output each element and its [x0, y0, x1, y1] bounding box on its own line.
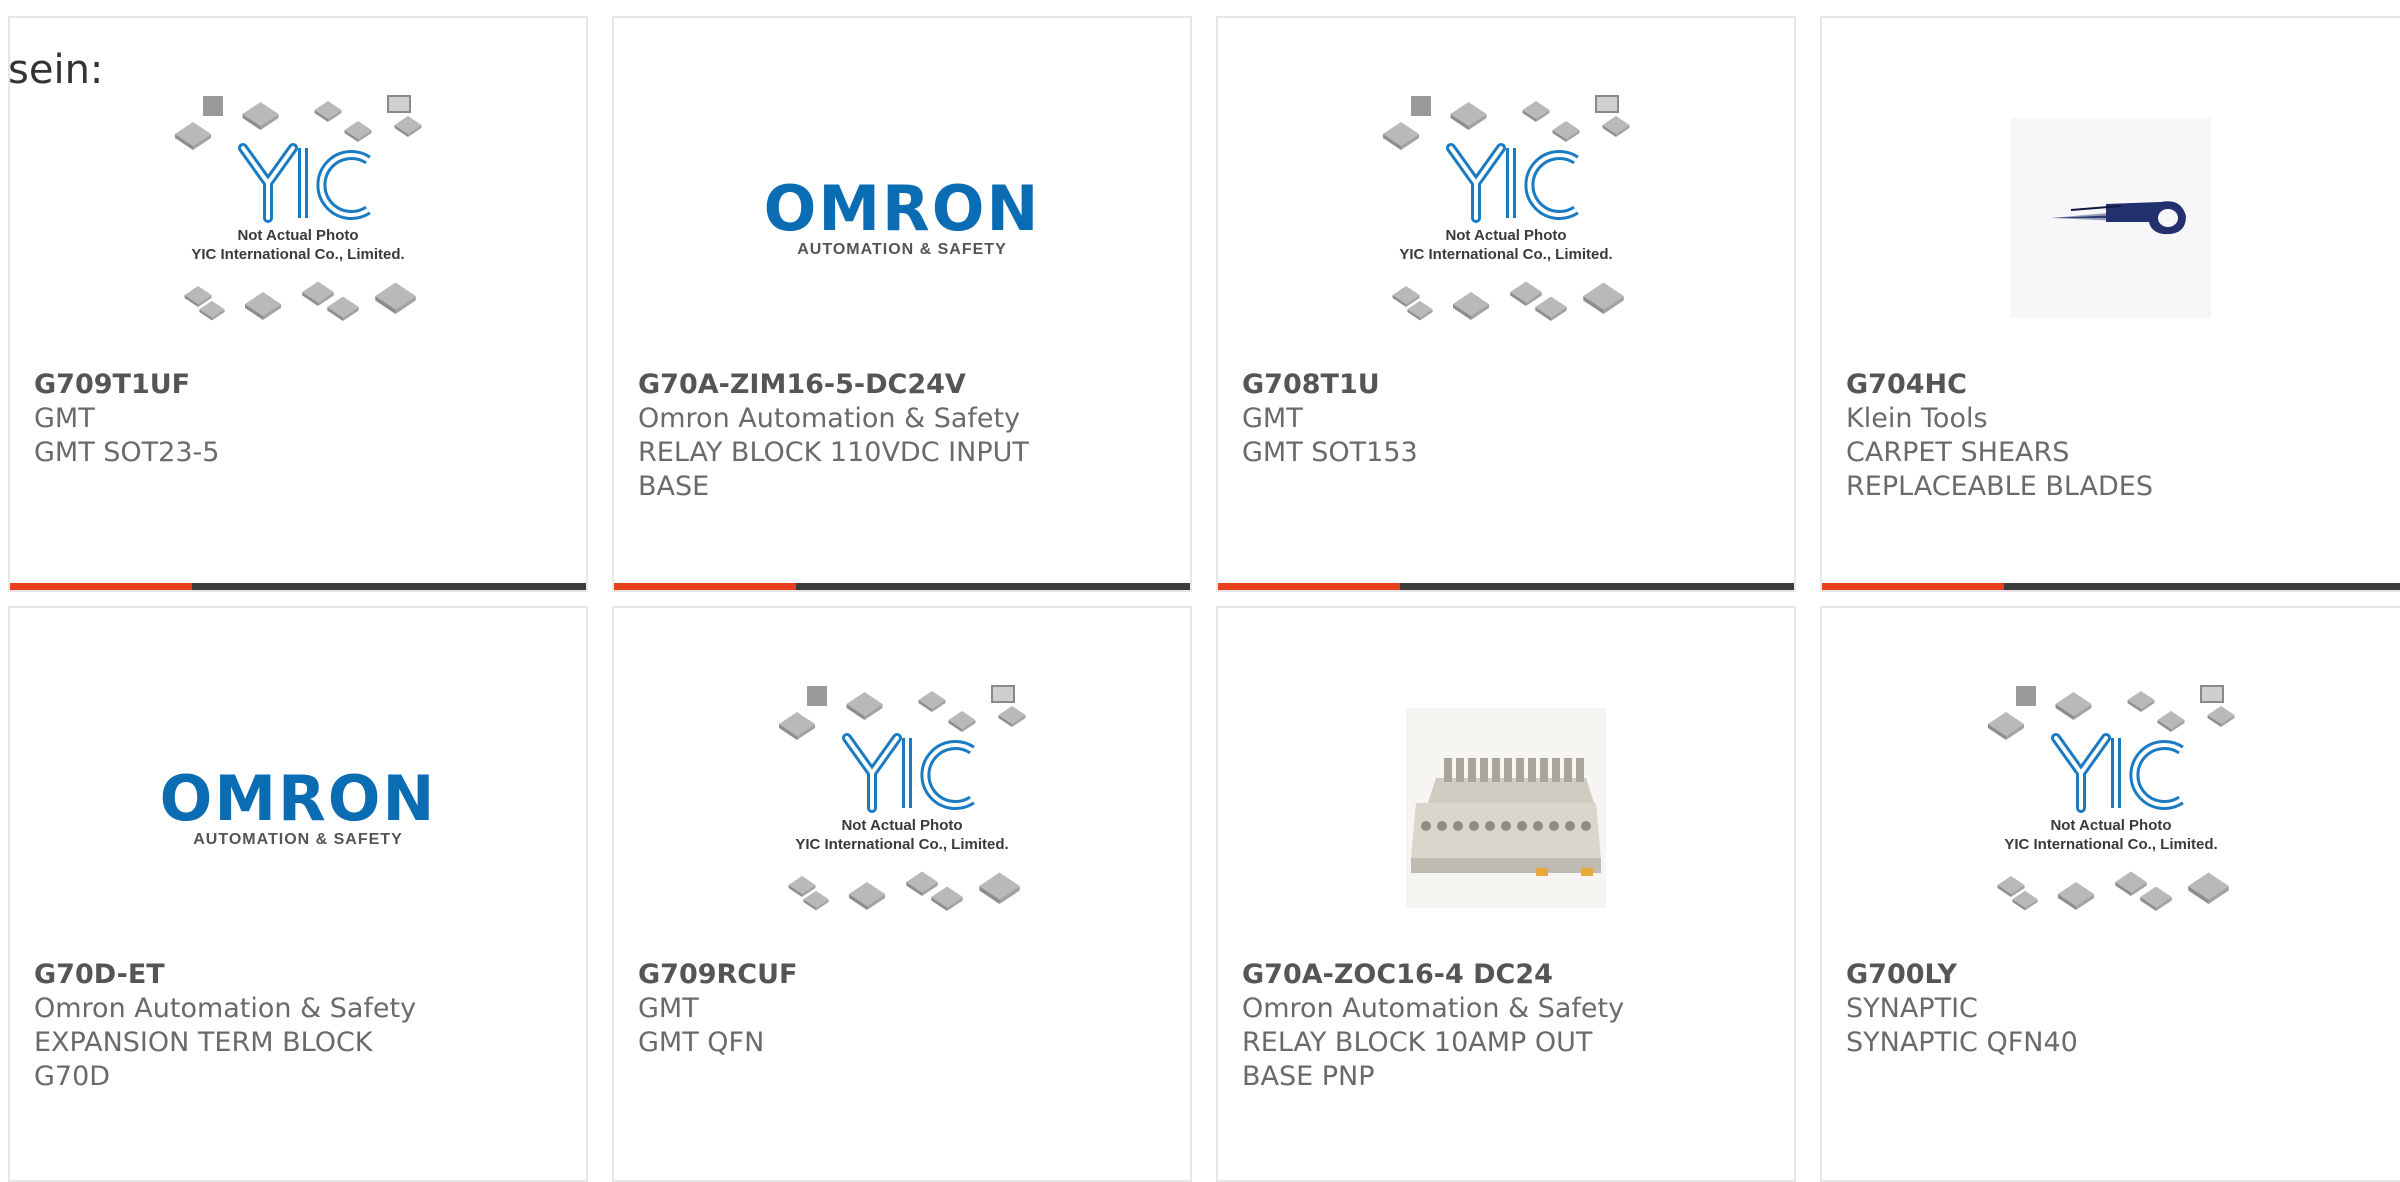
product-card[interactable]: G70A-ZOC16-4 DC24 Omron Automation & Saf… [1216, 606, 1796, 1182]
yic-placeholder-image: Not Actual Photo YIC International Co., … [1988, 685, 2235, 911]
card-bar [10, 583, 586, 590]
omron-logo-word: OMRON [159, 762, 437, 835]
manufacturer: SYNAPTIC [1846, 993, 1978, 1024]
placeholder-line1: Not Actual Photo [841, 817, 962, 834]
product-image-placeholder[interactable] [1822, 68, 2400, 368]
part-number[interactable]: G700LY [1846, 958, 2250, 992]
description: RELAY BLOCK 10AMP OUT BASE PNP [1242, 1027, 1593, 1092]
manufacturer: Klein Tools [1846, 403, 1988, 434]
card-bar-accent [1822, 583, 2004, 590]
description: GMT SOT153 [1242, 437, 1418, 468]
placeholder-line2: YIC International Co., Limited. [1399, 246, 1612, 263]
shears-image [2011, 118, 2211, 318]
placeholder-line2: YIC International Co., Limited. [795, 836, 1008, 853]
description: GMT QFN [638, 1027, 765, 1058]
description: RELAY BLOCK 110VDC INPUT BASE [638, 437, 1029, 502]
part-number[interactable]: G70D-ET [34, 958, 436, 992]
product-image-placeholder[interactable]: Not Actual Photo YIC International Co., … [614, 658, 1190, 958]
card-bar-accent [614, 583, 796, 590]
manufacturer: GMT [638, 993, 699, 1024]
product-image-placeholder[interactable]: Not Actual Photo YIC International Co., … [10, 68, 586, 368]
relay-block-image [1406, 708, 1606, 908]
part-number[interactable]: G708T1U [1242, 368, 1644, 402]
manufacturer: GMT [1242, 403, 1303, 434]
description: SYNAPTIC QFN40 [1846, 1027, 2078, 1058]
product-image-placeholder[interactable]: Not Actual Photo YIC International Co., … [1218, 68, 1794, 368]
part-number[interactable]: G709RCUF [638, 958, 1040, 992]
placeholder-line1: Not Actual Photo [2050, 817, 2171, 834]
part-number[interactable]: G70A-ZOC16-4 DC24 [1242, 958, 1644, 992]
manufacturer: Omron Automation & Safety [34, 993, 417, 1024]
placeholder-line2: YIC International Co., Limited. [2004, 836, 2217, 853]
product-card[interactable]: Not Actual Photo YIC International Co., … [612, 606, 1192, 1182]
placeholder-line1: Not Actual Photo [237, 227, 358, 244]
intro-text: sein: [8, 47, 104, 93]
card-bar-accent [1218, 583, 1400, 590]
part-number[interactable]: G70A-ZIM16-5-DC24V [638, 368, 1040, 402]
omron-logo-tagline: AUTOMATION & SAFETY [797, 241, 1007, 258]
placeholder-line1: Not Actual Photo [1445, 227, 1566, 244]
part-number[interactable]: G704HC [1846, 368, 2250, 402]
omron-logo: OMRON AUTOMATION & SAFETY [764, 177, 1041, 259]
product-card[interactable]: G704HC Klein Tools CARPET SHEARS REPLACE… [1820, 16, 2400, 592]
omron-logo: OMRON AUTOMATION & SAFETY [160, 767, 437, 849]
manufacturer: Omron Automation & Safety [638, 403, 1021, 434]
yic-placeholder-image: Not Actual Photo YIC International Co., … [779, 685, 1026, 911]
product-card[interactable]: OMRON AUTOMATION & SAFETY G70A-ZIM16-5-D… [612, 16, 1192, 592]
description: CARPET SHEARS REPLACEABLE BLADES [1846, 437, 2153, 502]
yic-placeholder-image: Not Actual Photo YIC International Co., … [175, 95, 422, 321]
description: GMT SOT23-5 [34, 437, 220, 468]
omron-logo-tagline: AUTOMATION & SAFETY [193, 831, 403, 848]
product-image-placeholder[interactable]: Not Actual Photo YIC International Co., … [1822, 658, 2400, 958]
product-card[interactable]: OMRON AUTOMATION & SAFETY G70D-ET Omron … [8, 606, 588, 1182]
part-number[interactable]: G709T1UF [34, 368, 436, 402]
manufacturer: GMT [34, 403, 95, 434]
omron-logo-word: OMRON [763, 172, 1041, 245]
product-image-placeholder[interactable] [1218, 658, 1794, 958]
product-image-placeholder[interactable]: OMRON AUTOMATION & SAFETY [10, 658, 586, 958]
product-card[interactable]: Not Actual Photo YIC International Co., … [8, 16, 588, 592]
manufacturer: Omron Automation & Safety [1242, 993, 1625, 1024]
description: EXPANSION TERM BLOCK G70D [34, 1027, 373, 1092]
card-bar-accent [10, 583, 192, 590]
product-card[interactable]: Not Actual Photo YIC International Co., … [1820, 606, 2400, 1182]
card-bar [614, 583, 1190, 590]
product-card[interactable]: Not Actual Photo YIC International Co., … [1216, 16, 1796, 592]
card-bar [1822, 583, 2400, 590]
yic-placeholder-image: Not Actual Photo YIC International Co., … [1383, 95, 1630, 321]
placeholder-line2: YIC International Co., Limited. [191, 246, 404, 263]
product-image-placeholder[interactable]: OMRON AUTOMATION & SAFETY [614, 68, 1190, 368]
card-bar [1218, 583, 1794, 590]
